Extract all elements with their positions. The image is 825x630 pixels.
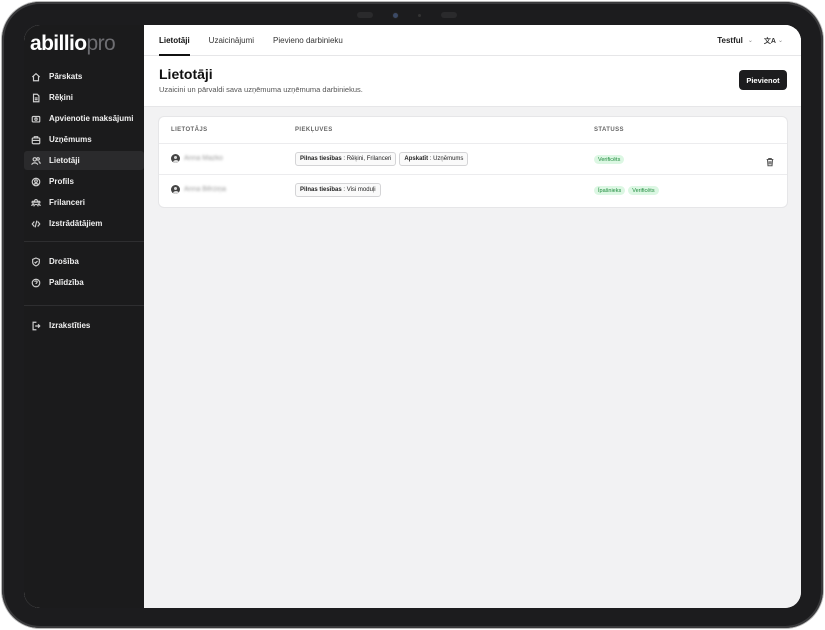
user-cell: Anna Mazko [171, 154, 223, 163]
add-user-button[interactable]: Pievienot [739, 70, 787, 90]
code-icon [30, 218, 42, 230]
access-role: Pilnas tiesības [300, 187, 342, 193]
access-scope: Visi moduļi [346, 187, 376, 193]
status-badge: Īpašnieks [594, 186, 626, 195]
users-table: LIETOTĀJS PIEKĻUVES STATUSS Anna Mazko P… [159, 117, 787, 207]
sensor-pill [441, 12, 457, 18]
main-content: Lietotāji Uzaicinājumi Pievieno darbinie… [144, 25, 801, 608]
company-selector[interactable]: Testful [717, 36, 743, 45]
sidebar-item-rekini[interactable]: Rēķini [24, 88, 144, 107]
chevron-down-icon[interactable]: ⌄ [748, 37, 753, 44]
sidebar-item-label: Frilanceri [49, 198, 86, 207]
home-icon [30, 71, 42, 83]
chevron-down-icon[interactable]: ⌄ [778, 37, 783, 44]
sidebar-item-label: Apvienotie maksājumi [49, 114, 134, 123]
avatar [171, 154, 180, 163]
logout-icon [30, 320, 42, 332]
user-name: Anna Mazko [184, 155, 223, 162]
sidebar-item-frilanceri[interactable]: Frilanceri [24, 193, 144, 212]
tab-lietotaji[interactable]: Lietotāji [159, 25, 190, 56]
access-cell: Pilnas tiesības : Rēķini, Frilanceri Aps… [295, 152, 471, 166]
sidebar-item-lietotaji[interactable]: Lietotāji [24, 151, 144, 170]
avatar [171, 185, 180, 194]
access-scope: Uzņēmums [433, 156, 464, 162]
sidebar-item-label: Lietotāji [49, 156, 80, 165]
sidebar-item-izstradatajiem[interactable]: Izstrādātājiem [24, 214, 144, 233]
sidebar-item-label: Rēķini [49, 93, 74, 102]
table-row[interactable]: Anna Bērziņa Pilnas tiesības : Visi modu… [159, 175, 787, 206]
user-cell: Anna Bērziņa [171, 185, 226, 194]
tablet-frame: abilliopro Pārskats Rēķini Apvienotie ma… [2, 2, 823, 628]
sidebar-item-uznemums[interactable]: Uzņēmums [24, 130, 144, 149]
translate-icon[interactable]: 文A [764, 36, 776, 46]
page-header: Lietotāji Uzaicini un pārvaldi sava uzņē… [144, 56, 801, 107]
profile-icon [30, 176, 42, 188]
logo-suffix: pro [86, 32, 116, 55]
sidebar-item-palidziba[interactable]: Palīdzība [24, 273, 144, 292]
sidebar-logout-nav: Izrakstīties [24, 316, 144, 337]
sidebar-item-label: Pārskats [49, 72, 83, 81]
sidebar-item-drosiba[interactable]: Drošība [24, 252, 144, 271]
tab-uzaicinajumi[interactable]: Uzaicinājumi [209, 25, 254, 56]
access-cell: Pilnas tiesības : Visi moduļi [295, 183, 384, 197]
page-subtitle: Uzaicini un pārvaldi sava uzņēmuma uzņēm… [159, 85, 363, 94]
logout-label: Izrakstīties [49, 321, 91, 330]
top-bar: Lietotāji Uzaicinājumi Pievieno darbinie… [144, 25, 801, 56]
tab-pievieno-darbinieku[interactable]: Pievieno darbinieku [273, 25, 343, 56]
freelancers-icon [30, 197, 42, 209]
access-scope: Rēķini, Frilanceri [346, 156, 392, 162]
screen: abilliopro Pārskats Rēķini Apvienotie ma… [24, 25, 801, 608]
camera-icon [393, 12, 398, 18]
access-chip[interactable]: Pilnas tiesības : Rēķini, Frilanceri [295, 152, 397, 166]
status-badge: Verificēts [594, 155, 625, 164]
sensor-dot [418, 13, 421, 17]
briefcase-icon [30, 134, 42, 146]
help-icon [30, 277, 42, 289]
sidebar-divider [24, 241, 144, 242]
sidebar-item-apvienotie-maksajumi[interactable]: Apvienotie maksājumi [24, 109, 144, 128]
status-cell: Verificēts [594, 155, 627, 164]
sidebar-secondary-nav: Drošība Palīdzība [24, 252, 144, 294]
logout-button[interactable]: Izrakstīties [24, 316, 144, 335]
access-role: Apskatīt [404, 156, 429, 162]
users-icon [30, 155, 42, 167]
status-cell: Īpašnieks Verificēts [594, 186, 662, 195]
shield-icon [30, 256, 42, 268]
sidebar-item-label: Izstrādātājiem [49, 219, 103, 228]
top-right-controls: Testful ⌄ 文A ⌄ [717, 25, 783, 56]
sensor-pill [357, 12, 373, 18]
table-row[interactable]: Anna Mazko Pilnas tiesības : Rēķini, Fri… [159, 144, 787, 175]
tab-bar: Lietotāji Uzaicinājumi Pievieno darbinie… [159, 25, 362, 56]
page-title: Lietotāji [159, 66, 213, 82]
invoice-icon [30, 92, 42, 104]
sidebar: abilliopro Pārskats Rēķini Apvienotie ma… [24, 25, 144, 608]
sidebar-item-label: Palīdzība [49, 278, 84, 287]
sidebar-item-label: Drošība [49, 257, 79, 266]
access-chip[interactable]: Pilnas tiesības : Visi moduļi [295, 183, 381, 197]
column-header-access: PIEKĻUVES [295, 127, 333, 133]
app-logo[interactable]: abilliopro [30, 32, 116, 56]
status-badge: Verificēts [628, 186, 659, 195]
sidebar-item-profils[interactable]: Profils [24, 172, 144, 191]
sidebar-item-parskats[interactable]: Pārskats [24, 67, 144, 86]
payments-icon [30, 113, 42, 125]
sidebar-nav: Pārskats Rēķini Apvienotie maksājumi Uzņ… [24, 67, 144, 235]
camera-bar [357, 10, 457, 20]
logo-main: abillio [30, 32, 87, 55]
table-header: LIETOTĀJS PIEKĻUVES STATUSS [159, 117, 787, 144]
user-name: Anna Bērziņa [184, 186, 227, 193]
access-chip[interactable]: Apskatīt : Uzņēmums [399, 152, 469, 166]
access-role: Pilnas tiesības [300, 156, 342, 162]
column-header-status: STATUSS [594, 127, 624, 133]
column-header-user: LIETOTĀJS [171, 127, 208, 133]
sidebar-divider [24, 305, 144, 306]
sidebar-item-label: Profils [49, 177, 74, 186]
trash-icon[interactable] [765, 154, 775, 167]
sidebar-item-label: Uzņēmums [49, 135, 92, 144]
